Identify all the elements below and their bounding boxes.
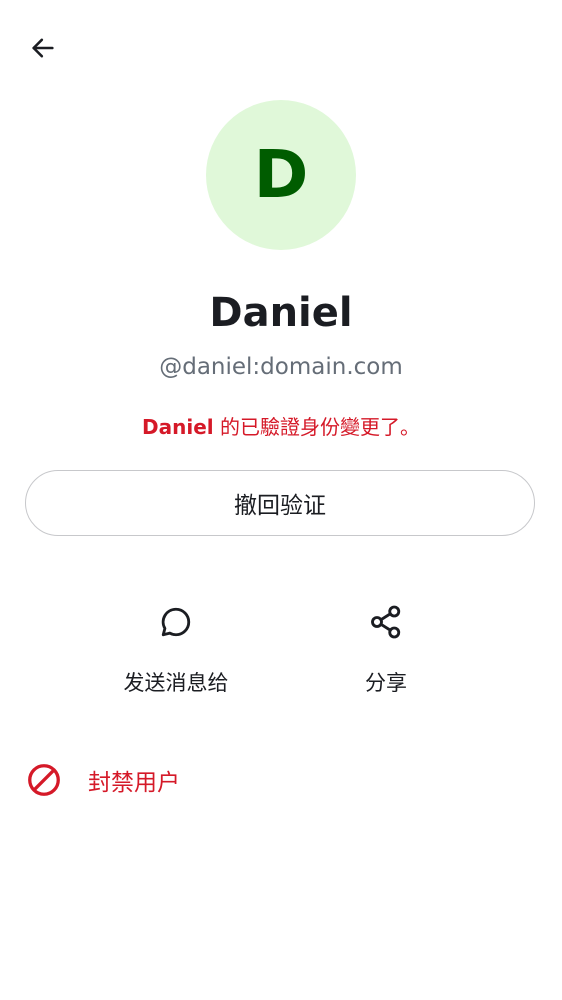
warning-message: 的已驗證身份變更了。 [213,415,420,439]
share-label: 分享 [365,671,407,695]
arrow-left-icon [29,34,57,66]
revoke-verification-button[interactable]: 撤回验证 [25,470,535,536]
avatar[interactable]: D [206,100,356,250]
block-icon [22,758,66,802]
back-button[interactable] [22,29,64,71]
display-name: Daniel [209,290,353,336]
share-icon [364,600,408,644]
ban-user-label: 封禁用户 [88,770,180,796]
identity-warning: Daniel 的已驗證身份變更了。 [0,413,562,441]
chat-bubble-icon [154,600,198,644]
user-id: @daniel:domain.com [159,354,403,380]
send-message-action[interactable]: 发送消息给 [86,600,266,697]
ban-user-button[interactable]: 封禁用户 [22,755,180,805]
send-message-label: 发送消息给 [123,671,229,695]
warning-user-name: Daniel [142,415,214,439]
avatar-initial: D [253,136,309,213]
share-action[interactable]: 分享 [296,600,476,697]
